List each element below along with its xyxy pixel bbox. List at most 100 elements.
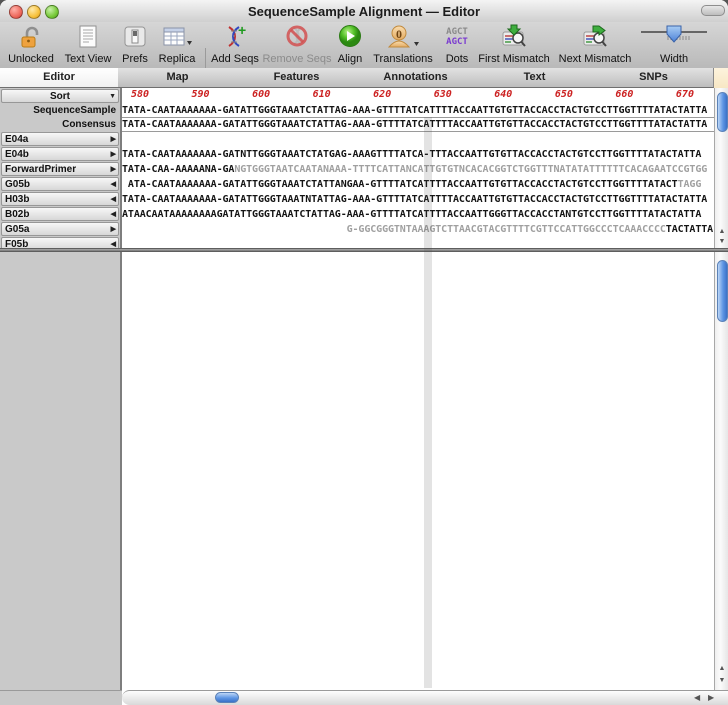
alignment-row-h03b[interactable]: TATA-CAATAAAAAAA-GATATTGGGTAAATNTATTAG-A… <box>122 193 714 206</box>
alignment-row-forwardprimer[interactable]: TATA-CAA-AAAAANA-GANGTGGGTAATCAATANAAA-T… <box>122 163 714 176</box>
first-mismatch-icon <box>502 24 526 47</box>
ruler-number: 650 <box>554 89 573 100</box>
sidebar-item-g05a[interactable]: G05a ▶ <box>1 222 119 236</box>
selected-column-band <box>424 117 432 688</box>
chromatogram-area <box>0 252 728 690</box>
sidebar-item-forwardprimer[interactable]: ForwardPrimer ▶ <box>1 162 119 176</box>
translations-button[interactable]: 0 Translations <box>366 22 440 68</box>
ruler-number: 580 <box>130 89 150 100</box>
remove-sequences-icon <box>286 25 308 47</box>
toolbar-toggle-button[interactable] <box>701 5 725 16</box>
sequence-segment: NGTGGGTAATCAATANAAA-TTTTCATTANCATTGTGTNC… <box>234 164 708 175</box>
svg-text:0: 0 <box>396 27 402 41</box>
sort-button[interactable]: Sort ▼ <box>1 89 119 103</box>
scroll-down-icon[interactable]: ▼ <box>715 237 728 247</box>
sidebar-item-e04a[interactable]: E04a ▶ <box>1 132 119 146</box>
read-direction-right-icon: ▶ <box>110 151 116 158</box>
alignment-row-sequencesample[interactable]: TATA-CAATAAAAAAA-GATATTGGGTAAATCTATTAG-A… <box>122 104 714 118</box>
next-mismatch-icon <box>583 25 607 47</box>
scroll-left-icon[interactable]: ◀ <box>694 693 700 702</box>
tab-snps[interactable]: SNPs <box>594 68 714 88</box>
read-direction-right-icon: ▶ <box>110 226 116 233</box>
title-bar: SequenceSample Alignment — Editor <box>0 0 728 23</box>
alignment-row-b02b[interactable]: ATAACAATAAAAAAAAGATATTGGGTAAATCTATTAG-AA… <box>122 208 714 221</box>
ruler-number: 610 <box>312 89 331 100</box>
scroll-up-icon[interactable]: ▲ <box>715 227 728 237</box>
prefs-button[interactable]: Prefs <box>116 22 154 68</box>
tab-bar: Editor Map Features Annotations Text SNPs <box>0 68 728 89</box>
sidebar-item-h03b[interactable]: H03b ◀ <box>1 192 119 206</box>
read-direction-left-icon: ◀ <box>110 211 116 218</box>
svg-text:+: + <box>238 24 246 38</box>
ruler-number: 660 <box>615 89 634 100</box>
read-name-label: H03b <box>5 194 30 205</box>
chevron-down-icon: ▼ <box>109 93 116 100</box>
tab-editor[interactable]: Editor <box>0 68 119 88</box>
read-name-label: B02b <box>5 209 30 220</box>
replica-button[interactable]: Replica <box>154 22 200 68</box>
alignment-row-g05b[interactable]: ATA-CAATAAAAAAA-GATATTGGGTAAATCTATTANGAA… <box>122 178 714 191</box>
sequence-segment: TATA-CAA-AAAAANA-GA <box>122 164 235 175</box>
toolbar: Unlocked Text View Prefs Replica + Add S… <box>0 22 728 84</box>
text-vertical-scrollbar[interactable]: ▲ ▼ <box>714 88 728 248</box>
align-button[interactable]: Align <box>334 22 366 68</box>
sequence-segment: G-GGCGGGTNTAAAGTCTTAACGTACGTTTTCGTTCCATT… <box>122 224 666 235</box>
read-direction-left-icon: ◀ <box>110 181 116 188</box>
alignment-text-panel[interactable]: 580 590 600 610 620 630 640 650 660 670 TATA-CAATA… <box>122 88 714 248</box>
dots-button[interactable]: AGCT AGCT Dots <box>440 22 474 68</box>
ruler-number: 620 <box>373 89 392 100</box>
sequence-segment: TAGG <box>677 179 702 190</box>
sidebar-item-g05b[interactable]: G05b ◀ <box>1 177 119 191</box>
text-scrollbar-thumb[interactable] <box>716 92 728 132</box>
document-icon <box>79 25 97 48</box>
sequence-segment: TATA-CAATAAAAAAA-GATATTGGGTAAATNTATTAG-A… <box>122 194 708 205</box>
unlocked-button[interactable]: Unlocked <box>2 22 60 68</box>
alignment-row-g05a[interactable]: G-GGCGGGTNTAAAGTCTTAACGTACGTTTTCGTTCCATT… <box>122 223 714 236</box>
sidebar-divider <box>120 252 122 690</box>
chromatogram-sidebar <box>0 252 120 690</box>
tab-map[interactable]: Map <box>118 68 238 88</box>
horizontal-scrollbar-thumb[interactable] <box>215 692 239 703</box>
remove-seqs-button: Remove Seqs <box>260 22 334 68</box>
add-sequences-icon: + <box>228 24 246 47</box>
read-name-label: E04b <box>5 149 29 160</box>
ruler-number: 640 <box>494 89 513 100</box>
sequence-segment: TACTATTA <box>665 224 714 235</box>
tab-features[interactable]: Features <box>237 68 357 88</box>
sidebar-item-consensus[interactable]: Consensus <box>0 118 116 131</box>
ruler-number: 670 <box>675 89 694 100</box>
scroll-down-icon[interactable]: ▼ <box>715 676 728 686</box>
preferences-icon <box>124 26 146 47</box>
width-slider[interactable]: Width <box>636 22 712 68</box>
alignment-row-consensus[interactable]: TATA-CAATAAAAAAA-GATATTGGGTAAATCTATTAG-A… <box>122 118 714 132</box>
chromatogram-vertical-scrollbar[interactable]: ▲ ▼ <box>714 252 728 690</box>
sequence-segment: TATA-CAATAAAAAAA-GATNTTGGGTAAATCTATGAG-A… <box>122 149 702 160</box>
alignment-row-e04b[interactable]: TATA-CAATAAAAAAA-GATNTTGGGTAAATCTATGAG-A… <box>122 148 714 161</box>
dots-icon: AGCT AGCT <box>446 27 468 47</box>
add-seqs-button[interactable]: + Add Seqs <box>210 22 260 68</box>
unlock-icon <box>21 26 39 48</box>
app-window: SequenceSample Alignment — Editor Unlock… <box>0 0 728 705</box>
sequence-segment: ATAACAATAAAAAAAAGATATTGGGTAAATCTATTAG-AA… <box>122 209 702 220</box>
text-view-button[interactable]: Text View <box>60 22 116 68</box>
width-slider-icon <box>641 25 707 43</box>
tab-text[interactable]: Text <box>475 68 595 88</box>
scroll-right-icon[interactable]: ▶ <box>708 693 714 702</box>
read-direction-right-icon: ▶ <box>110 136 116 143</box>
sequence-segment: TATA-CAATAAAAAAA-GATATTGGGTAAATCTATTAG-A… <box>122 119 708 130</box>
alignment-row-e04a[interactable] <box>122 133 714 146</box>
first-mismatch-button[interactable]: First Mismatch <box>474 22 554 68</box>
alignment-row-f05b[interactable] <box>122 238 714 248</box>
next-mismatch-button[interactable]: Next Mismatch <box>554 22 636 68</box>
sidebar-item-sequencesample[interactable]: SequenceSample <box>0 104 116 117</box>
bottom-left-corner <box>0 690 122 705</box>
read-name-label: G05b <box>5 179 31 190</box>
scroll-up-icon[interactable]: ▲ <box>715 664 728 674</box>
sidebar-item-e04b[interactable]: E04b ▶ <box>1 147 119 161</box>
tab-annotations[interactable]: Annotations <box>356 68 476 88</box>
sidebar-item-b02b[interactable]: B02b ◀ <box>1 207 119 221</box>
chromatogram-scrollbar-thumb[interactable] <box>716 260 728 322</box>
read-direction-left-icon: ◀ <box>110 196 116 203</box>
horizontal-scrollbar[interactable] <box>122 690 728 705</box>
read-name-label: ForwardPrimer <box>5 164 77 175</box>
